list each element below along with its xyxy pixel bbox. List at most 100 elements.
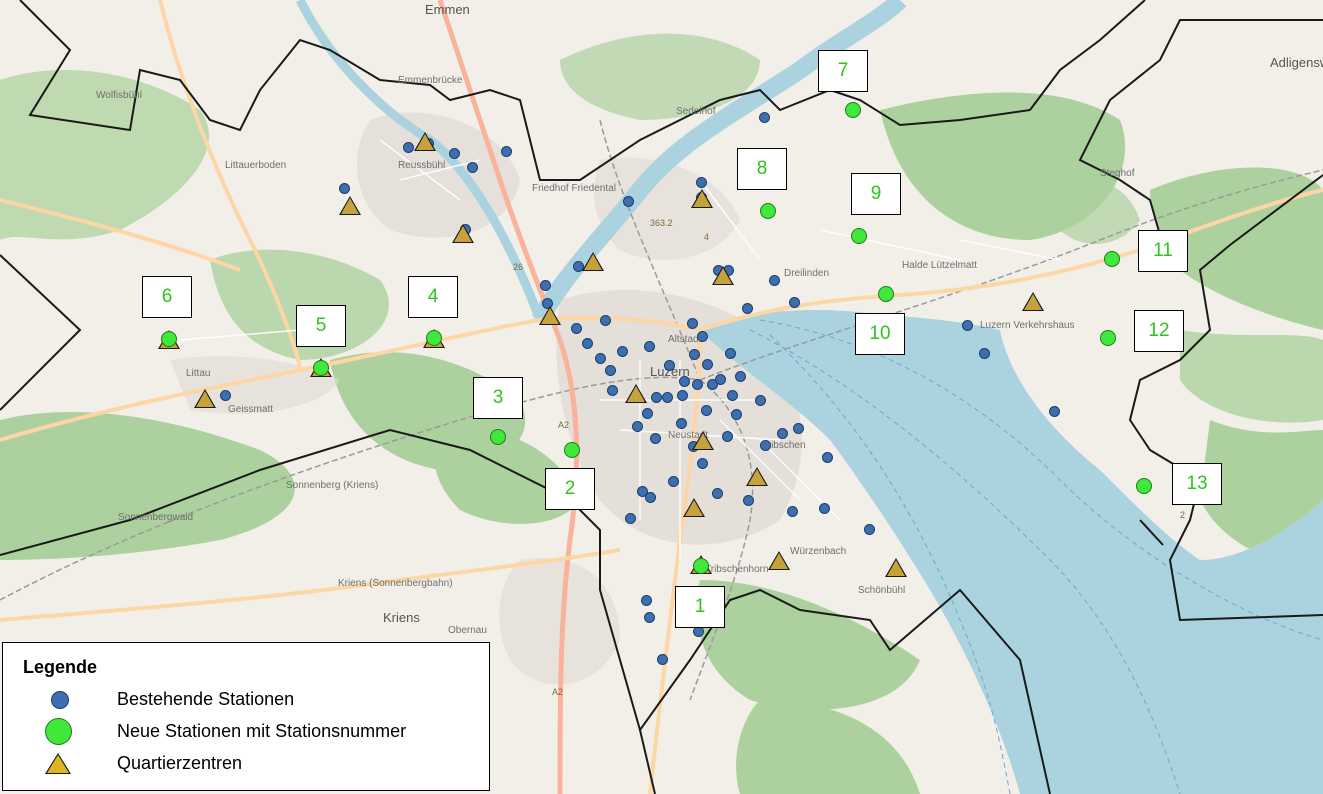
existing-station-marker[interactable] <box>731 409 742 420</box>
quarter-center-marker[interactable] <box>691 189 713 208</box>
existing-station-marker[interactable] <box>662 392 673 403</box>
existing-station-marker[interactable] <box>759 112 770 123</box>
station-number-label: 3 <box>473 377 523 419</box>
existing-station-marker[interactable] <box>642 408 653 419</box>
existing-station-marker[interactable] <box>679 376 690 387</box>
existing-station-marker[interactable] <box>449 148 460 159</box>
quarter-center-marker[interactable] <box>746 467 768 486</box>
existing-station-marker[interactable] <box>793 423 804 434</box>
existing-station-marker[interactable] <box>727 390 738 401</box>
existing-station-marker[interactable] <box>735 371 746 382</box>
existing-station-marker[interactable] <box>712 488 723 499</box>
existing-station-marker[interactable] <box>1049 406 1060 417</box>
existing-station-marker[interactable] <box>715 374 726 385</box>
station-number-label: 13 <box>1172 463 1222 505</box>
existing-station-marker[interactable] <box>822 452 833 463</box>
orange-triangle-icon <box>45 753 71 774</box>
existing-station-marker[interactable] <box>641 595 652 606</box>
station-number-label: 4 <box>408 276 458 318</box>
existing-station-marker[interactable] <box>722 431 733 442</box>
existing-station-marker[interactable] <box>501 146 512 157</box>
existing-station-marker[interactable] <box>755 395 766 406</box>
station-number-label: 8 <box>737 148 787 190</box>
existing-station-marker[interactable] <box>467 162 478 173</box>
quarter-center-marker[interactable] <box>768 551 790 570</box>
existing-station-marker[interactable] <box>760 440 771 451</box>
existing-station-marker[interactable] <box>789 297 800 308</box>
quarter-center-marker[interactable] <box>683 498 705 517</box>
existing-station-marker[interactable] <box>605 365 616 376</box>
existing-station-marker[interactable] <box>697 458 708 469</box>
new-station-7-marker[interactable] <box>845 102 861 118</box>
existing-station-marker[interactable] <box>962 320 973 331</box>
existing-station-marker[interactable] <box>623 196 634 207</box>
existing-station-marker[interactable] <box>819 503 830 514</box>
existing-station-marker[interactable] <box>742 303 753 314</box>
existing-station-marker[interactable] <box>644 612 655 623</box>
city-map[interactable]: Emmen Emmenbrücke Reussbühl Littauerbode… <box>0 0 1323 794</box>
existing-station-marker[interactable] <box>743 495 754 506</box>
quarter-center-marker[interactable] <box>414 132 436 151</box>
new-station-2-marker[interactable] <box>564 442 580 458</box>
existing-station-marker[interactable] <box>600 315 611 326</box>
existing-station-marker[interactable] <box>617 346 628 357</box>
quarter-center-marker[interactable] <box>692 431 714 450</box>
quarter-center-marker[interactable] <box>539 306 561 325</box>
quarter-center-marker[interactable] <box>452 224 474 243</box>
existing-station-marker[interactable] <box>220 390 231 401</box>
existing-station-marker[interactable] <box>668 476 679 487</box>
existing-station-marker[interactable] <box>651 392 662 403</box>
new-station-8-marker[interactable] <box>760 203 776 219</box>
quarter-center-marker[interactable] <box>625 384 647 403</box>
new-station-10-marker[interactable] <box>878 286 894 302</box>
existing-station-marker[interactable] <box>632 421 643 432</box>
existing-station-marker[interactable] <box>676 418 687 429</box>
legend-title: Legende <box>23 657 98 677</box>
existing-station-marker[interactable] <box>697 331 708 342</box>
existing-station-marker[interactable] <box>777 428 788 439</box>
existing-station-marker[interactable] <box>687 318 698 329</box>
existing-station-marker[interactable] <box>625 513 636 524</box>
quarter-center-marker[interactable] <box>712 266 734 285</box>
existing-station-marker[interactable] <box>979 348 990 359</box>
existing-station-marker[interactable] <box>689 349 700 360</box>
existing-station-marker[interactable] <box>769 275 780 286</box>
quarter-center-marker[interactable] <box>582 252 604 271</box>
existing-station-marker[interactable] <box>677 390 688 401</box>
station-number-label: 1 <box>675 586 725 628</box>
quarter-center-marker[interactable] <box>194 389 216 408</box>
new-station-4-marker[interactable] <box>426 330 442 346</box>
quarter-center-marker[interactable] <box>885 558 907 577</box>
existing-station-marker[interactable] <box>645 492 656 503</box>
existing-station-marker[interactable] <box>582 338 593 349</box>
existing-station-marker[interactable] <box>692 379 703 390</box>
new-station-5-marker[interactable] <box>313 360 329 376</box>
existing-station-marker[interactable] <box>644 341 655 352</box>
existing-station-marker[interactable] <box>650 433 661 444</box>
quarter-center-marker[interactable] <box>1022 292 1044 311</box>
existing-station-marker[interactable] <box>702 359 713 370</box>
quarter-center-marker[interactable] <box>339 196 361 215</box>
existing-station-marker[interactable] <box>864 524 875 535</box>
existing-station-marker[interactable] <box>339 183 350 194</box>
new-station-12-marker[interactable] <box>1100 330 1116 346</box>
existing-station-marker[interactable] <box>540 280 551 291</box>
existing-station-marker[interactable] <box>571 323 582 334</box>
new-station-6-marker[interactable] <box>161 331 177 347</box>
new-station-9-marker[interactable] <box>851 228 867 244</box>
new-station-11-marker[interactable] <box>1104 251 1120 267</box>
existing-station-marker[interactable] <box>595 353 606 364</box>
existing-station-marker[interactable] <box>657 654 668 665</box>
existing-station-marker[interactable] <box>403 142 414 153</box>
new-station-1-marker[interactable] <box>693 558 709 574</box>
map-legend: Legende Bestehende Stationen Neue Statio… <box>2 642 490 791</box>
new-station-13-marker[interactable] <box>1136 478 1152 494</box>
station-number-label: 10 <box>855 313 905 355</box>
existing-station-marker[interactable] <box>787 506 798 517</box>
existing-station-marker[interactable] <box>725 348 736 359</box>
existing-station-marker[interactable] <box>664 360 675 371</box>
new-station-3-marker[interactable] <box>490 429 506 445</box>
existing-station-marker[interactable] <box>696 177 707 188</box>
existing-station-marker[interactable] <box>607 385 618 396</box>
existing-station-marker[interactable] <box>701 405 712 416</box>
